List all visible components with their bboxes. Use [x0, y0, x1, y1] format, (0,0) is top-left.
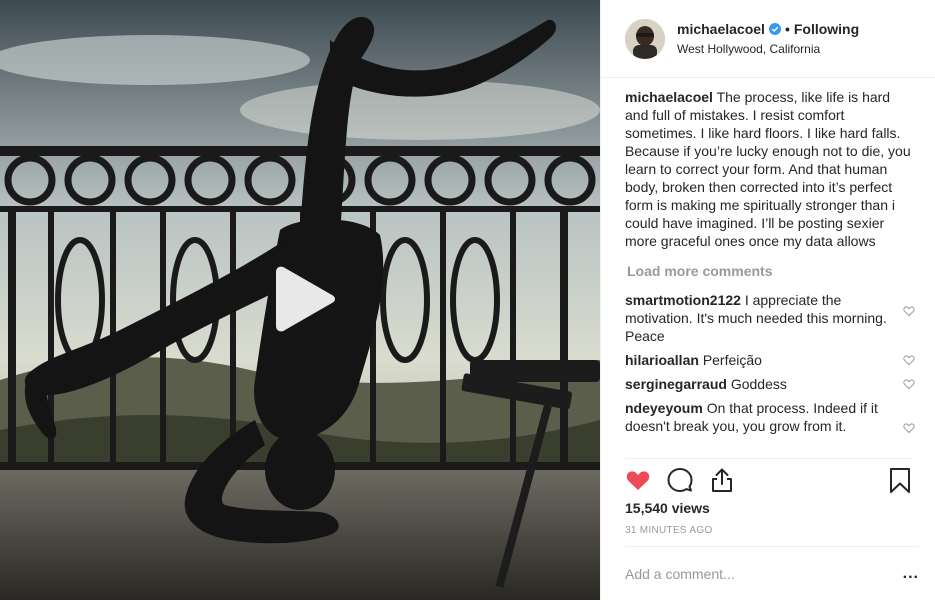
more-options-button[interactable]: ... [903, 565, 919, 583]
caption-username[interactable]: michaelacoel [625, 89, 713, 105]
comments-section[interactable]: michaelacoel The process, like life is h… [625, 88, 917, 452]
comment-item: smartmotion2122 I appreciate the motivat… [625, 291, 917, 345]
comment-text: Goddess [730, 376, 787, 392]
comment-username[interactable]: serginegarraud [625, 376, 727, 392]
following-button[interactable]: Following [794, 19, 859, 39]
instagram-post: michaelacoel • Following West Hollywood,… [0, 0, 935, 600]
add-comment-bar: ... [625, 546, 919, 600]
header-separator: • [784, 20, 790, 37]
header-row: michaelacoel • Following [677, 19, 859, 39]
play-icon [276, 266, 335, 332]
header-username[interactable]: michaelacoel [677, 19, 765, 39]
comment-icon[interactable] [667, 467, 693, 493]
post-header: michaelacoel • Following West Hollywood,… [601, 0, 935, 78]
avatar-image [625, 18, 665, 59]
comment-like-icon[interactable] [903, 422, 915, 434]
post-video[interactable] [0, 0, 600, 600]
post-actions [625, 458, 913, 498]
load-more-comments-button[interactable]: Load more comments [627, 262, 917, 280]
comment-item: serginegarraud Goddess [625, 375, 917, 393]
bookmark-icon[interactable] [887, 467, 913, 493]
comment-item: hilarioallan Perfeição [625, 351, 917, 369]
verified-badge-icon [768, 22, 781, 35]
comment-like-icon[interactable] [903, 305, 915, 317]
header-text: michaelacoel • Following West Hollywood,… [677, 19, 859, 59]
comment-username[interactable]: hilarioallan [625, 352, 699, 368]
comment-text: Perfeição [702, 352, 762, 368]
comment-like-icon[interactable] [903, 354, 915, 366]
play-button[interactable] [272, 266, 336, 332]
comment-like-icon[interactable] [903, 378, 915, 390]
comment-item: ndeyeyoum On that process. Indeed if it … [625, 399, 917, 435]
share-icon[interactable] [709, 467, 735, 493]
post-location[interactable]: West Hollywood, California [677, 39, 859, 59]
like-heart-icon[interactable] [625, 467, 651, 493]
post-timestamp[interactable]: 31 MINUTES AGO [625, 525, 713, 536]
post-caption: michaelacoel The process, like life is h… [625, 88, 917, 250]
caption-text: The process, like life is hard and full … [625, 89, 911, 249]
comment-username[interactable]: smartmotion2122 [625, 292, 741, 308]
comment-username[interactable]: ndeyeyoum [625, 400, 703, 416]
post-sidebar: michaelacoel • Following West Hollywood,… [600, 0, 935, 600]
avatar[interactable] [625, 18, 665, 59]
view-count[interactable]: 15,540 views [625, 500, 710, 516]
add-comment-input[interactable] [625, 565, 903, 582]
